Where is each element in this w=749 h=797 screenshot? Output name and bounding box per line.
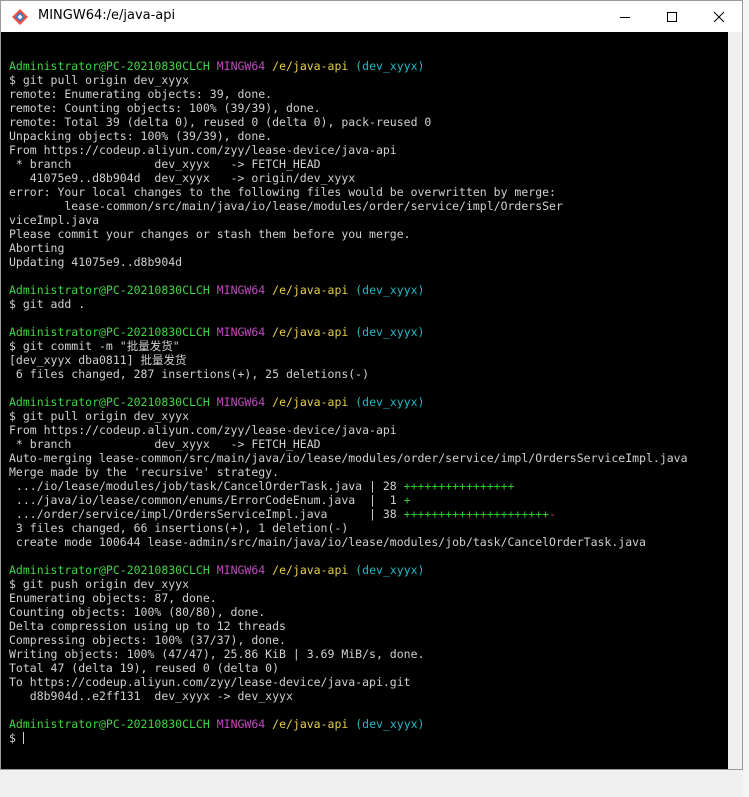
prompt-system: MINGW64 <box>216 395 266 409</box>
prompt-branch: (dev_xyyx) <box>355 395 425 409</box>
terminal-window: MINGW64:/e/java-api Administrator@PC-202… <box>0 0 743 770</box>
diffstat-file: .../java/io/lease/common/enums/ErrorCode… <box>9 493 404 507</box>
output-line: remote: Enumerating objects: 39, done. <box>9 87 273 101</box>
prompt-branch: (dev_xyyx) <box>355 325 425 339</box>
output-line: From https://codeup.aliyun.com/zyy/lease… <box>9 423 397 437</box>
output-line: [dev_xyyx dba0811] 批量发货 <box>9 353 187 367</box>
close-button[interactable] <box>696 1 742 32</box>
prompt-line: Administrator@PC-20210830CLCH MINGW64 /e… <box>9 325 688 339</box>
prompt-line: Administrator@PC-20210830CLCH MINGW64 /e… <box>9 395 688 409</box>
output-line: Aborting <box>9 241 65 255</box>
diffstat-plus: + <box>403 493 411 507</box>
output-line: remote: Counting objects: 100% (39/39), … <box>9 101 321 115</box>
prompt-path: /e/java-api <box>272 563 349 577</box>
prompt-path: /e/java-api <box>272 59 349 73</box>
diffstat-line: .../io/lease/modules/job/task/CancelOrde… <box>9 479 688 493</box>
output-line: Writing objects: 100% (47/47), 25.86 KiB… <box>9 647 425 661</box>
prompt-path: /e/java-api <box>272 717 349 731</box>
prompt-user-host: Administrator@PC-20210830CLCH <box>9 563 210 577</box>
output-line: lease-common/src/main/java/io/lease/modu… <box>9 199 563 213</box>
window-title: MINGW64:/e/java-api <box>38 8 176 23</box>
diffstat-plus: +++++++++++++++++++++ <box>403 507 550 521</box>
output-line: Enumerating objects: 87, done. <box>9 591 217 605</box>
minimize-button[interactable] <box>602 1 648 32</box>
output-line: $ git push origin dev_xyyx <box>9 577 190 591</box>
output-line: $ git add . <box>9 297 86 311</box>
prompt-user-host: Administrator@PC-20210830CLCH <box>9 283 210 297</box>
prompt-system: MINGW64 <box>216 283 266 297</box>
prompt-user-host: Administrator@PC-20210830CLCH <box>9 325 210 339</box>
diffstat-line: .../java/io/lease/common/enums/ErrorCode… <box>9 493 688 507</box>
diffstat-file: .../io/lease/modules/job/task/CancelOrde… <box>9 479 404 493</box>
diffstat-plus: ++++++++++++++++ <box>403 479 515 493</box>
output-line: error: Your local changes to the followi… <box>9 185 556 199</box>
output-line: Delta compression using up to 12 threads <box>9 619 286 633</box>
input-prompt: $ <box>9 731 23 745</box>
output-line: Merge made by the 'recursive' strategy. <box>9 465 280 479</box>
output-line: Compressing objects: 100% (37/37), done. <box>9 633 286 647</box>
diffstat-file: .../order/service/impl/OrdersServiceImpl… <box>9 507 404 521</box>
prompt-system: MINGW64 <box>216 59 266 73</box>
title-bar[interactable]: MINGW64:/e/java-api <box>1 1 742 32</box>
background-window-edge <box>743 0 749 797</box>
prompt-user-host: Administrator@PC-20210830CLCH <box>9 395 210 409</box>
output-line: $ git commit -m "批量发货" <box>9 339 180 353</box>
prompt-system: MINGW64 <box>216 325 266 339</box>
prompt-path: /e/java-api <box>272 283 349 297</box>
close-icon <box>713 11 725 22</box>
output-line: Auto-merging lease-common/src/main/java/… <box>9 451 688 465</box>
input-line: $ <box>9 731 688 745</box>
output-line: remote: Total 39 (delta 0), reused 0 (de… <box>9 115 432 129</box>
scrollbar[interactable] <box>728 32 742 769</box>
output-line: To https://codeup.aliyun.com/zyy/lease-d… <box>9 675 411 689</box>
diffstat-line: .../order/service/impl/OrdersServiceImpl… <box>9 507 688 521</box>
output-line: viceImpl.java <box>9 213 100 227</box>
minimize-icon <box>620 16 630 18</box>
prompt-system: MINGW64 <box>216 563 266 577</box>
maximize-button[interactable] <box>649 1 695 32</box>
output-line: 41075e9..d8b904d dev_xyyx -> origin/dev_… <box>9 171 356 185</box>
maximize-icon <box>667 11 677 22</box>
output-line: 3 files changed, 66 insertions(+), 1 del… <box>9 521 349 535</box>
prompt-branch: (dev_xyyx) <box>355 717 425 731</box>
output-line: Unpacking objects: 100% (39/39), done. <box>9 129 273 143</box>
prompt-system: MINGW64 <box>216 717 266 731</box>
output-line: d8b904d..e2ff131 dev_xyyx -> dev_xyyx <box>9 689 293 703</box>
output-line: Total 47 (delta 19), reused 0 (delta 0) <box>9 661 280 675</box>
output-line: From https://codeup.aliyun.com/zyy/lease… <box>9 143 397 157</box>
text-cursor <box>22 732 24 744</box>
prompt-branch: (dev_xyyx) <box>355 59 425 73</box>
output-line: Please commit your changes or stash them… <box>9 227 411 241</box>
output-line: Updating 41075e9..d8b904d <box>9 255 183 269</box>
prompt-line: Administrator@PC-20210830CLCH MINGW64 /e… <box>9 59 688 73</box>
prompt-line: Administrator@PC-20210830CLCH MINGW64 /e… <box>9 283 688 297</box>
prompt-line: Administrator@PC-20210830CLCH MINGW64 /e… <box>9 717 688 731</box>
output-line: * branch dev_xyyx -> FETCH_HEAD <box>9 437 321 451</box>
git-bash-icon <box>12 9 28 25</box>
output-line: * branch dev_xyyx -> FETCH_HEAD <box>9 157 321 171</box>
output-line: 6 files changed, 287 insertions(+), 25 d… <box>9 367 370 381</box>
prompt-path: /e/java-api <box>272 325 349 339</box>
diffstat-minus: - <box>549 507 556 521</box>
prompt-user-host: Administrator@PC-20210830CLCH <box>9 717 210 731</box>
output-line: Counting objects: 100% (80/80), done. <box>9 605 266 619</box>
terminal-output[interactable]: Administrator@PC-20210830CLCH MINGW64 /e… <box>1 32 728 769</box>
prompt-branch: (dev_xyyx) <box>355 283 425 297</box>
output-line: $ git pull origin dev_xyyx <box>9 73 190 87</box>
terminal-lines: Administrator@PC-20210830CLCH MINGW64 /e… <box>9 45 688 745</box>
output-line: create mode 100644 lease-admin/src/main/… <box>9 535 646 549</box>
prompt-line: Administrator@PC-20210830CLCH MINGW64 /e… <box>9 563 688 577</box>
prompt-user-host: Administrator@PC-20210830CLCH <box>9 59 210 73</box>
prompt-branch: (dev_xyyx) <box>355 563 425 577</box>
prompt-path: /e/java-api <box>272 395 349 409</box>
output-line: $ git pull origin dev_xyyx <box>9 409 190 423</box>
